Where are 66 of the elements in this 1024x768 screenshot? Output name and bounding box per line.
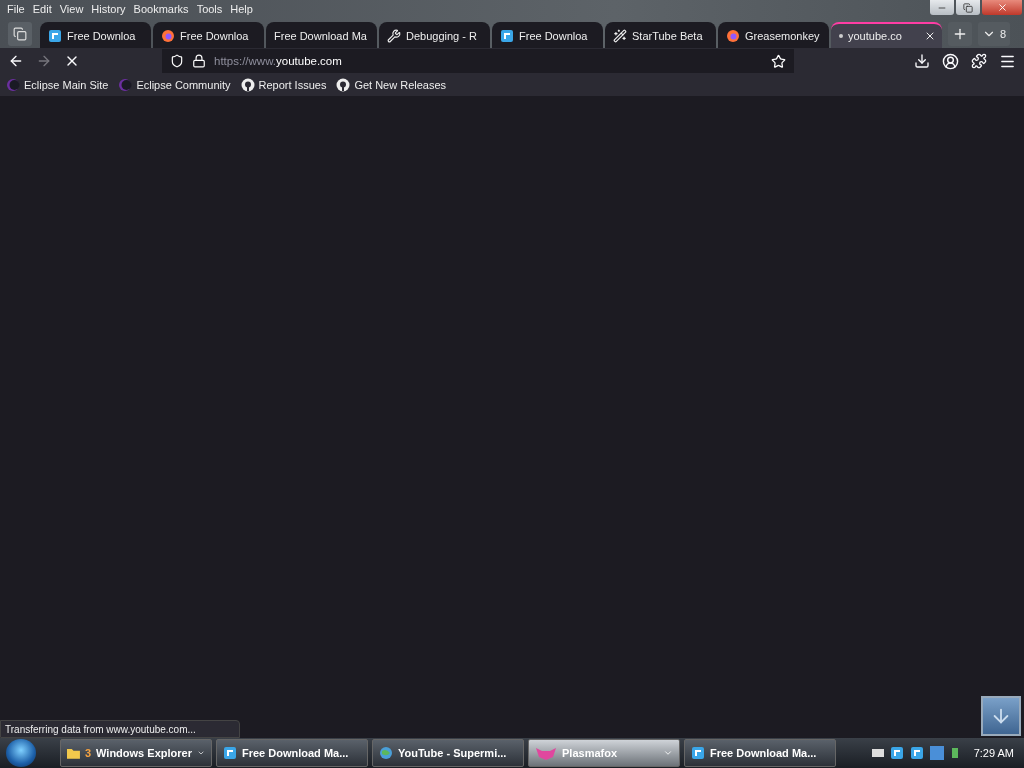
taskbar-button[interactable]: Free Download Ma... [684, 739, 836, 767]
close-icon [996, 2, 1008, 13]
lock-icon[interactable] [192, 54, 206, 68]
folder-icon [67, 746, 80, 760]
close-tab-icon[interactable] [924, 30, 936, 42]
taskbar-button[interactable]: 3 Windows Explorer [60, 739, 212, 767]
tab-list-button[interactable]: 8 [978, 22, 1011, 46]
eclipse-icon [118, 78, 133, 92]
clock: 7:29 AM [973, 747, 1014, 759]
taskbar-button[interactable]: YouTube - Supermi... [372, 739, 524, 767]
wrench-icon [387, 29, 401, 43]
download-app-icon [500, 29, 514, 43]
taskbar-button[interactable]: Free Download Ma... [216, 739, 368, 767]
restore-icon [963, 2, 973, 13]
globe-icon [379, 746, 393, 760]
address-field[interactable]: https://www.youtube.com [162, 49, 794, 73]
fox-globe-icon [161, 29, 175, 43]
new-tab-button[interactable] [948, 22, 972, 46]
menu-item[interactable]: View [56, 3, 87, 15]
bookmark-item[interactable]: Get New Releases [336, 78, 447, 92]
download-app-icon [223, 746, 237, 760]
wand-icon [613, 29, 627, 43]
tab-overview-button[interactable] [8, 22, 32, 46]
menu-item[interactable]: Bookmarks [130, 3, 192, 15]
back-icon[interactable] [8, 53, 24, 69]
menu-item[interactable]: Tools [193, 3, 226, 15]
browser-tab[interactable]: Free Download Ma [266, 22, 377, 48]
github-icon [336, 78, 351, 92]
menu-item[interactable]: File [4, 3, 28, 15]
menu-item[interactable]: History [88, 3, 129, 15]
browser-tab[interactable]: Free Downloa [40, 22, 151, 48]
shield-icon[interactable] [170, 54, 184, 68]
browser-tab[interactable]: Greasemonkey [718, 22, 829, 48]
loading-dot-icon [839, 34, 843, 38]
download-app-icon [909, 746, 924, 760]
fox-face-icon [535, 746, 557, 760]
bookmark-star-icon[interactable] [771, 53, 786, 69]
keyboard-icon[interactable] [871, 749, 884, 757]
download-icon[interactable] [914, 53, 930, 69]
browser-tab[interactable]: Free Downloa [153, 22, 264, 48]
download-app-icon [48, 29, 62, 43]
github-icon [240, 78, 255, 92]
menu-item[interactable]: Edit [29, 3, 55, 15]
start-button[interactable] [6, 739, 36, 767]
extensions-icon[interactable] [971, 53, 987, 69]
bookmark-item[interactable]: Eclipse Main Site [6, 78, 109, 92]
close-button[interactable] [982, 0, 1022, 15]
download-app-icon [691, 746, 705, 760]
download-float-button[interactable] [981, 696, 1021, 736]
browser-tab[interactable]: youtube.co [831, 22, 942, 48]
browser-tab[interactable]: Debugging - R [379, 22, 490, 48]
fox-globe-icon [726, 29, 740, 43]
browser-tab[interactable]: StarTube Beta [605, 22, 716, 48]
minimize-button[interactable] [930, 0, 954, 15]
download-app-icon [889, 746, 904, 760]
account-icon[interactable] [942, 52, 959, 70]
browser-tab[interactable]: Free Downloa [492, 22, 603, 48]
menu-item[interactable]: Help [227, 3, 256, 15]
eclipse-icon [6, 78, 20, 92]
tabs-icon [13, 27, 27, 41]
forward-icon[interactable] [36, 53, 52, 69]
bookmark-item[interactable]: Report Issues [240, 78, 327, 92]
restore-button[interactable] [956, 0, 980, 15]
plus-icon [952, 26, 968, 42]
bookmark-item[interactable]: Eclipse Community [118, 78, 231, 92]
status-text: Transferring data from www.youtube.com... [0, 720, 240, 738]
